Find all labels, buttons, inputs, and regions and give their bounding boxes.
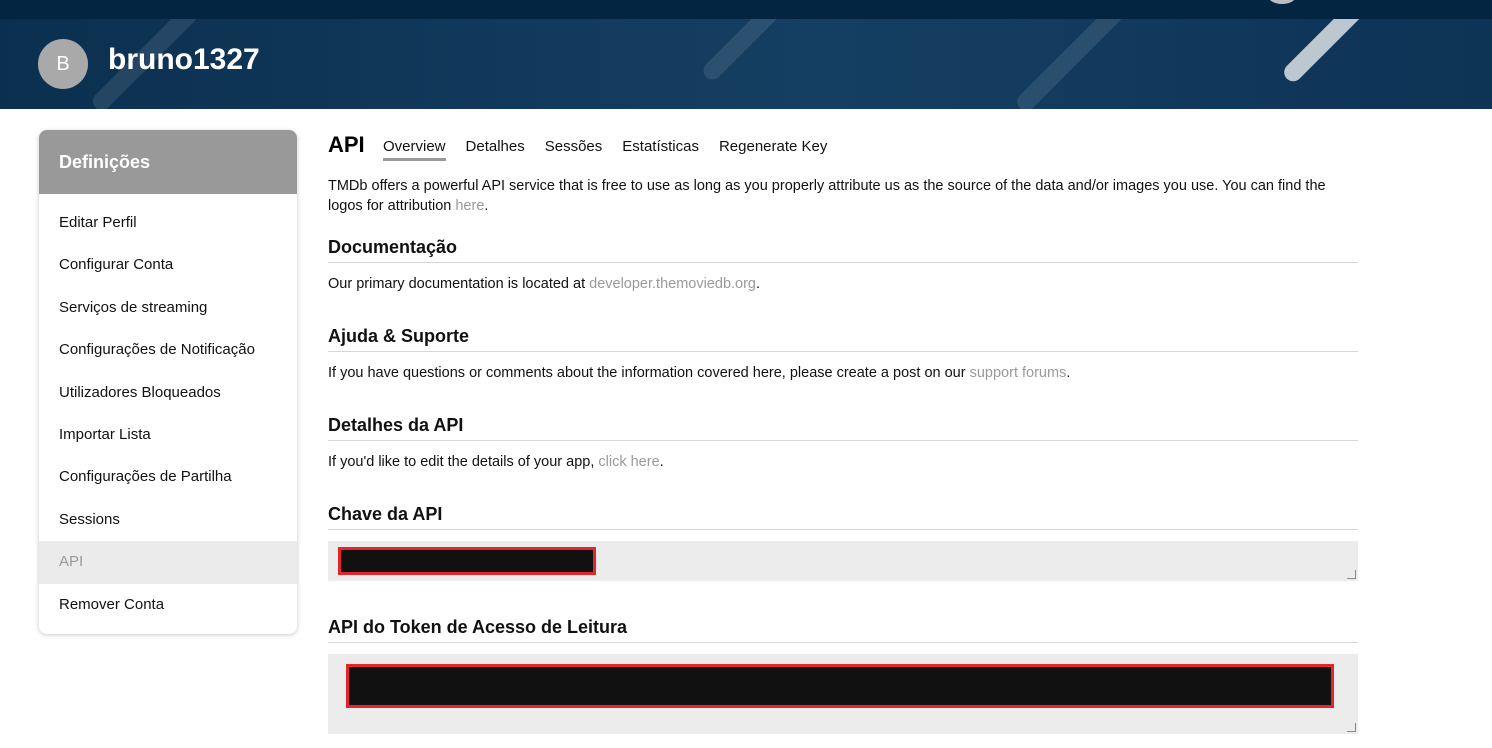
- sidebar-item-import-list[interactable]: Importar Lista: [39, 414, 297, 456]
- api-key-field[interactable]: [328, 541, 1358, 581]
- tab-details[interactable]: Detalhes: [466, 138, 525, 161]
- sidebar-item-delete-account[interactable]: Remover Conta: [39, 584, 297, 626]
- resize-handle[interactable]: [1347, 570, 1356, 579]
- profile-banner: B bruno1327: [0, 19, 1492, 109]
- banner-decoration: [699, 19, 791, 84]
- read-access-token-field[interactable]: [328, 654, 1358, 734]
- redacted-read-access-token: [346, 664, 1334, 708]
- intro-paragraph: TMDb offers a powerful API service that …: [328, 178, 1326, 214]
- api-details-text: If you'd like to edit the details of you…: [328, 454, 595, 470]
- redacted-api-key: [338, 547, 596, 575]
- edit-app-link[interactable]: click here: [598, 454, 659, 470]
- sidebar-item-sessions[interactable]: Sessions: [39, 499, 297, 541]
- api-details-heading: Detalhes da API: [328, 415, 1358, 441]
- documentation-heading: Documentação: [328, 237, 1358, 263]
- page-title: API: [328, 132, 365, 157]
- banner-decoration: [1013, 19, 1147, 109]
- tab-regenerate-key[interactable]: Regenerate Key: [719, 138, 827, 161]
- sidebar-item-blocked-users[interactable]: Utilizadores Bloqueados: [39, 372, 297, 414]
- resize-handle[interactable]: [1347, 723, 1356, 732]
- documentation-link[interactable]: developer.themoviedb.org: [589, 276, 756, 292]
- support-text: If you have questions or comments about …: [328, 365, 966, 381]
- api-details-text-block: If you'd like to edit the details of you…: [328, 454, 664, 470]
- sidebar-item-sharing[interactable]: Configurações de Partilha: [39, 456, 297, 498]
- sidebar-item-account[interactable]: Configurar Conta: [39, 244, 297, 286]
- settings-sidebar: Definições Editar Perfil Configurar Cont…: [39, 130, 297, 634]
- sidebar-title: Definições: [39, 130, 297, 194]
- avatar[interactable]: B: [38, 39, 88, 89]
- documentation-text-block: Our primary documentation is located at …: [328, 276, 761, 292]
- username[interactable]: bruno1327: [108, 43, 260, 77]
- banner-decoration: [1280, 19, 1375, 86]
- top-navigation-bar: [0, 0, 1492, 19]
- documentation-text: Our primary documentation is located at: [328, 276, 586, 292]
- tab-overview[interactable]: Overview: [383, 138, 446, 161]
- sidebar-item-notifications[interactable]: Configurações de Notificação: [39, 329, 297, 371]
- support-heading: Ajuda & Suporte: [328, 326, 1358, 352]
- sidebar-menu: Editar Perfil Configurar Conta Serviços …: [39, 194, 297, 626]
- api-tabs: Overview Detalhes Sessões Estatísticas R…: [383, 138, 847, 161]
- sidebar-item-edit-profile[interactable]: Editar Perfil: [39, 202, 297, 244]
- sidebar-item-streaming[interactable]: Serviços de streaming: [39, 287, 297, 329]
- tab-statistics[interactable]: Estatísticas: [622, 138, 699, 161]
- support-text-block: If you have questions or comments about …: [328, 365, 1071, 381]
- api-key-heading: Chave da API: [328, 504, 1358, 530]
- attribution-logos-link[interactable]: here: [455, 198, 484, 214]
- sidebar-item-api[interactable]: API: [39, 541, 297, 584]
- support-forums-link[interactable]: support forums: [970, 365, 1067, 381]
- read-token-heading: API do Token de Acesso de Leitura: [328, 617, 1358, 643]
- user-menu-avatar[interactable]: [1268, 0, 1296, 4]
- tab-sessions[interactable]: Sessões: [545, 138, 603, 161]
